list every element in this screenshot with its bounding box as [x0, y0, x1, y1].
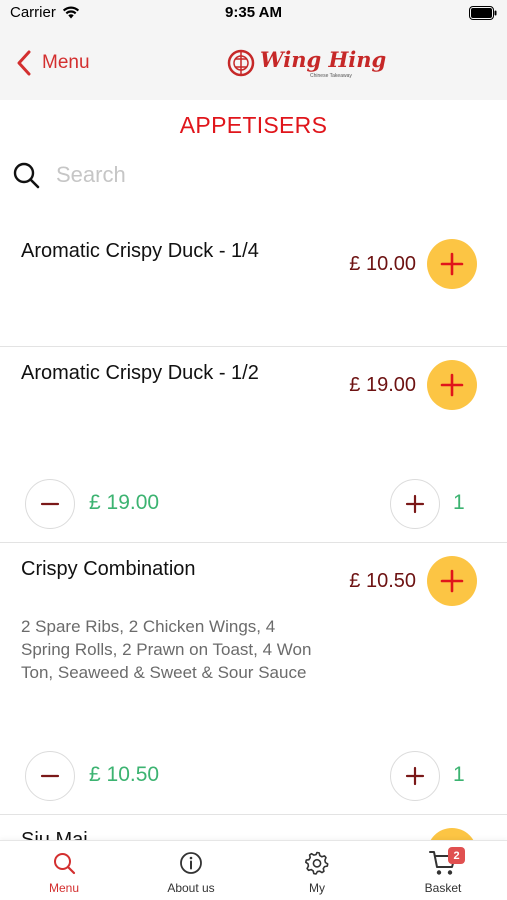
search-icon [13, 162, 40, 189]
tab-menu[interactable]: Menu [14, 849, 114, 895]
logo-subtitle: Chinese Takeaway [310, 73, 352, 79]
wing-hing-logo: Wing Hing Chinese Takeaway [226, 44, 386, 84]
search-bar [12, 155, 495, 195]
add-to-basket-button[interactable] [427, 239, 477, 289]
plus-icon [405, 494, 425, 514]
item-name: Aromatic Crispy Duck - 1/2 [21, 362, 259, 384]
minus-icon [40, 502, 60, 506]
increase-quantity-button[interactable] [390, 479, 440, 529]
increase-quantity-button[interactable] [390, 751, 440, 801]
basket-count-badge: 2 [448, 847, 465, 864]
item-name: Crispy Combination [21, 558, 196, 580]
status-time: 9:35 AM [225, 4, 282, 21]
quantity-value: 1 [453, 763, 465, 786]
add-to-basket-button[interactable] [427, 556, 477, 606]
item-price: £ 10.00 [349, 253, 416, 275]
page-title: APPETISERS [179, 112, 328, 138]
quantity-value: 1 [453, 491, 465, 514]
info-icon [180, 852, 202, 874]
tab-about-us[interactable]: About us [141, 849, 241, 895]
menu-item: Aromatic Crispy Duck - 1/4 £ 10.00 [0, 220, 507, 347]
battery-icon [469, 6, 497, 25]
item-description: 2 Spare Ribs, 2 Chicken Wings, 4 Spring … [21, 617, 312, 682]
line-total: £ 10.50 [89, 763, 160, 786]
logo-emblem [227, 49, 255, 77]
menu-item: Crispy Combination £ 10.50 2 Spare Ribs,… [0, 543, 507, 815]
tab-label: Basket [424, 881, 462, 895]
decrease-quantity-button[interactable] [25, 479, 75, 529]
plus-icon [440, 252, 464, 276]
menu-item: Aromatic Crispy Duck - 1/2 £ 19.00 £ 19.… [0, 347, 507, 543]
quantity-row: £ 19.00 1 [0, 479, 507, 529]
quantity-row: £ 10.50 1 [0, 751, 507, 801]
plus-icon [440, 569, 464, 593]
chevron-left-icon [17, 50, 31, 76]
gear-icon [305, 851, 329, 875]
item-price: £ 19.00 [349, 374, 416, 396]
tab-my[interactable]: My [267, 849, 367, 895]
back-button-label: Menu [42, 52, 90, 73]
decrease-quantity-button[interactable] [25, 751, 75, 801]
logo-text: Wing Hing [260, 47, 387, 72]
search-input[interactable] [56, 162, 436, 188]
plus-icon [440, 373, 464, 397]
bottom-tab-bar: Menu About us My 2 Basket [0, 840, 507, 900]
tab-label: Menu [48, 881, 80, 895]
minus-icon [40, 774, 60, 778]
navigation-bar: Menu Wing Hing Chinese Takeaway [0, 26, 507, 100]
line-total: £ 19.00 [89, 491, 160, 514]
search-icon [54, 853, 76, 875]
plus-icon [405, 766, 425, 786]
status-bar: Carrier 9:35 AM [0, 0, 507, 26]
tab-basket[interactable]: 2 Basket [393, 847, 493, 895]
back-to-menu-button[interactable]: Menu [16, 50, 90, 76]
item-price: £ 10.50 [349, 570, 416, 592]
tab-label: My [309, 881, 325, 895]
item-name: Aromatic Crispy Duck - 1/4 [21, 240, 259, 262]
tab-label: About us [167, 881, 215, 895]
add-to-basket-button[interactable] [427, 360, 477, 410]
